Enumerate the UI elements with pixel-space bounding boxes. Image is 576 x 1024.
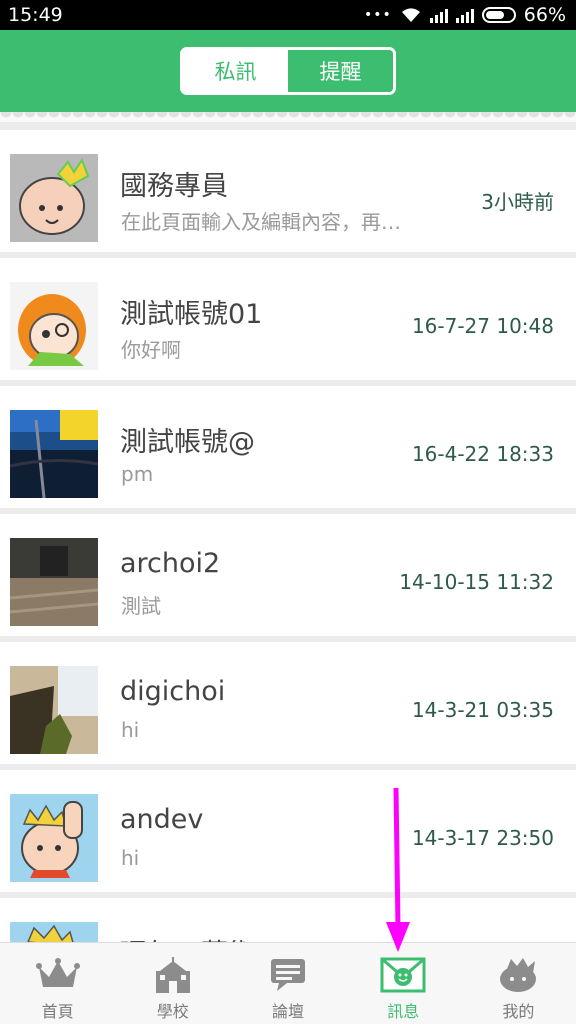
contact-name: andev	[120, 804, 204, 835]
more-dots-icon: •••	[363, 7, 392, 23]
contact-name: archoi2	[120, 548, 221, 579]
profile-icon	[500, 958, 537, 992]
message-preview: 測試	[121, 594, 161, 618]
status-icons: ••• 66%	[364, 4, 566, 26]
signal-2-icon	[455, 7, 474, 23]
nav-label: 我的	[502, 1002, 535, 1021]
nav-label: 論壇	[272, 1002, 305, 1021]
message-time: 3小時前	[481, 190, 554, 214]
wifi-icon	[401, 8, 420, 22]
tab-switcher: 私訊 提醒	[180, 47, 396, 95]
list-item[interactable]: digichoi hi 14-3-21 03:35	[0, 642, 576, 764]
message-preview: 在此頁面輸入及編輯內容，再…	[121, 210, 401, 234]
waterfall-photo-avatar	[10, 666, 98, 754]
message-preview: pm	[121, 462, 154, 486]
orange-hood-avatar	[10, 282, 98, 370]
contact-name: 國務專員	[120, 171, 228, 202]
contact-name: digichoi	[120, 676, 226, 707]
contact-name: 環每一藝術	[120, 932, 255, 942]
nav-home[interactable]: 首頁	[0, 943, 115, 1024]
nav-forum[interactable]: 論壇	[230, 943, 345, 1024]
nav-school[interactable]: 學校	[115, 943, 230, 1024]
floor-photo-avatar	[10, 538, 98, 626]
list-item[interactable]: 環每一藝術	[0, 898, 576, 942]
tab-private-messages[interactable]: 私訊	[183, 50, 288, 92]
pool-photo-avatar	[10, 410, 98, 498]
contact-name: 測試帳號@	[120, 427, 255, 458]
contact-name: 測試帳號01	[120, 299, 263, 330]
nav-label: 訊息	[387, 1002, 420, 1021]
message-time: 14-3-21 03:35	[411, 698, 554, 722]
message-icon	[380, 957, 426, 993]
header-divider	[0, 112, 576, 122]
bottom-nav: 首頁 學校 論壇 訊息 我的	[0, 942, 576, 1024]
message-preview: 你好啊	[121, 338, 181, 362]
list-item[interactable]: andev hi 14-3-17 23:50	[0, 770, 576, 892]
header-bar: 私訊 提醒	[0, 30, 576, 112]
message-preview: hi	[121, 846, 140, 870]
list-item[interactable]: archoi2 測試 14-10-15 11:32	[0, 514, 576, 636]
message-preview: hi	[121, 718, 140, 742]
list-item[interactable]: 測試帳號01 你好啊 16-7-27 10:48	[0, 258, 576, 380]
message-time: 14-10-15 11:32	[399, 570, 554, 594]
battery-percent: 66%	[523, 4, 566, 26]
battery-icon	[481, 7, 516, 23]
crown-baby-avatar	[10, 154, 98, 242]
signal-icon	[429, 7, 448, 23]
nav-label: 學校	[156, 1002, 189, 1021]
nav-profile[interactable]: 我的	[461, 943, 576, 1024]
list-item[interactable]: 國務專員 在此頁面輸入及編輯內容，再… 3小時前	[0, 130, 576, 252]
forum-icon	[271, 959, 305, 991]
status-bar: 15:49 ••• 66%	[0, 0, 576, 30]
partial-avatar	[10, 922, 98, 942]
tab-notifications[interactable]: 提醒	[288, 50, 393, 92]
status-time: 15:49	[8, 4, 63, 26]
message-time: 14-3-17 23:50	[411, 826, 554, 850]
message-time: 16-4-22 18:33	[411, 442, 554, 466]
crown-boy-avatar	[10, 794, 98, 882]
message-list[interactable]: 國務專員 在此頁面輸入及編輯內容，再… 3小時前 測試帳號01 你好啊 16-7…	[0, 122, 576, 942]
list-item[interactable]: 測試帳號@ pm 16-4-22 18:33	[0, 386, 576, 508]
school-icon	[155, 957, 190, 993]
nav-label: 首頁	[41, 1002, 74, 1021]
nav-messages[interactable]: 訊息	[346, 943, 461, 1024]
crown-icon	[35, 958, 80, 987]
message-time: 16-7-27 10:48	[411, 314, 554, 338]
